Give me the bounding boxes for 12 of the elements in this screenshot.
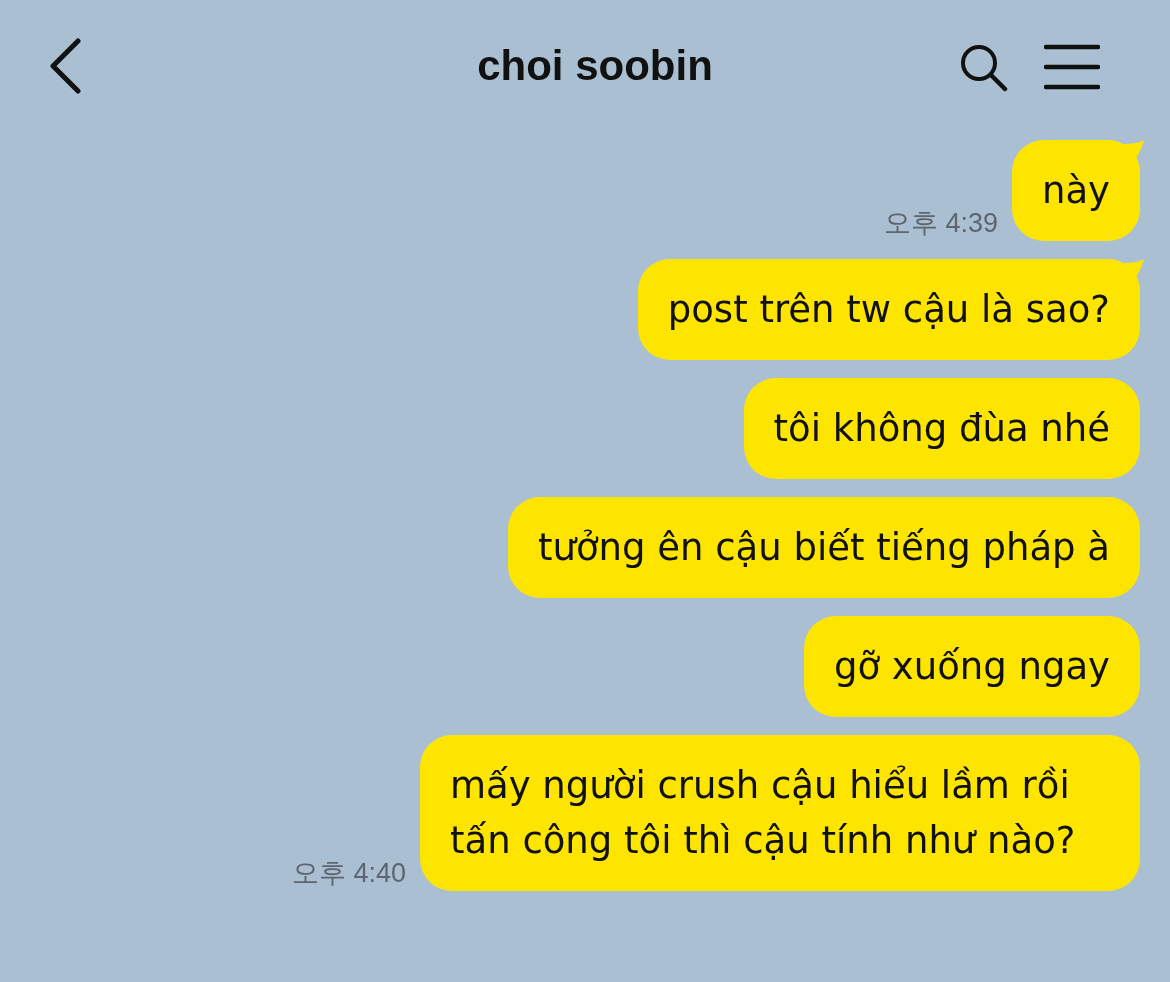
menu-icon[interactable] — [1044, 44, 1100, 90]
message-bubble: này — [1011, 140, 1140, 241]
message-bubble: gỡ xuống ngay — [803, 616, 1140, 717]
search-icon[interactable] — [958, 42, 1008, 92]
message-bubble: mấy người crush cậu hiểu lầm rồi tấn công tôi thì cậu tính như nào? — [420, 735, 1140, 891]
chat-title: choi soobin — [476, 42, 714, 90]
message-bubble: post trên tw cậu là sao? — [637, 259, 1140, 360]
back-icon[interactable] — [48, 38, 82, 94]
message-bubble: tưởng ên cậu biết tiếng pháp à — [507, 497, 1140, 598]
message-bubble: tôi không đùa nhé — [743, 378, 1140, 479]
message-time: 오후 4:40 — [291, 857, 406, 890]
message-time: 오후 4:39 — [883, 207, 998, 240]
